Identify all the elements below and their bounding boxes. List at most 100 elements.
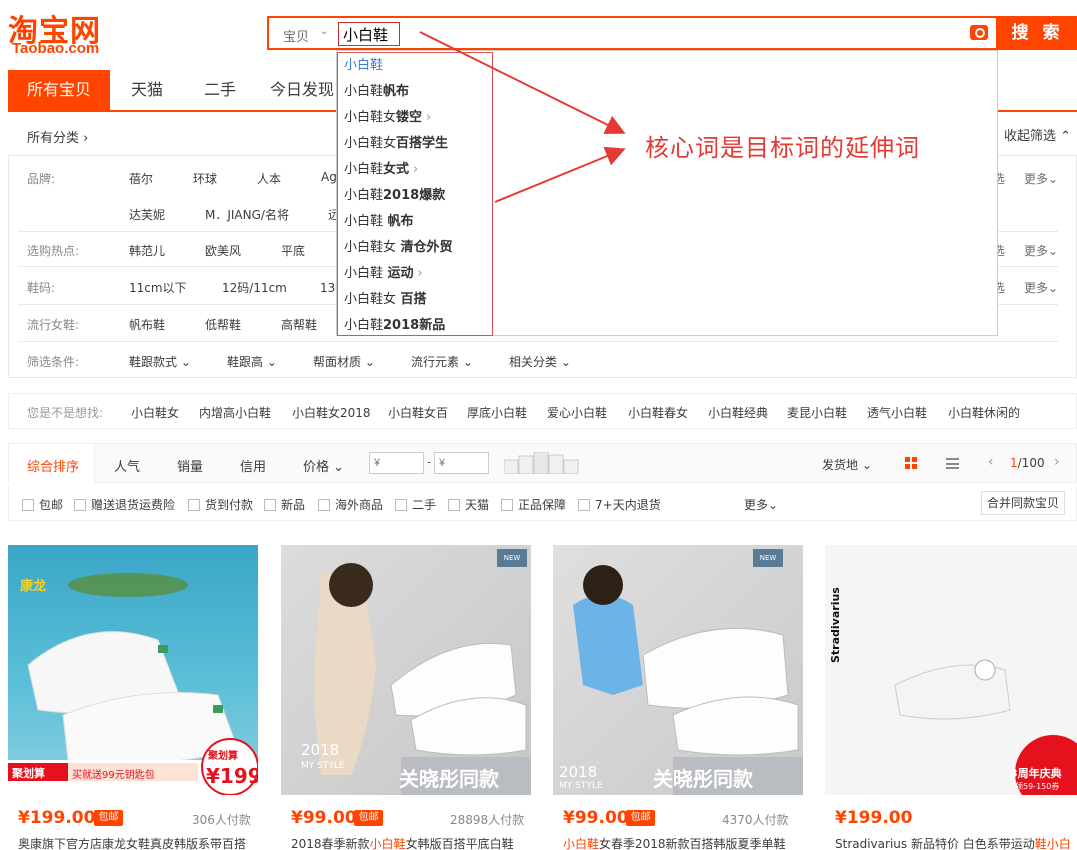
checkbox-label: 7+天内退货 [595,498,661,512]
promo-sub-badge: 领59-150券 [1015,782,1060,791]
checkbox-label: 海外商品 [335,498,384,512]
related-search-link[interactable]: 小白鞋春女 [628,404,688,421]
product-price: ¥99.00 [291,808,357,828]
checkbox-box[interactable] [188,499,200,511]
shoe-illustration [894,659,1077,795]
filter-checkbox[interactable]: 正品保障 [501,496,566,513]
sort-price[interactable]: 价格 ⌄ [303,456,344,475]
product-price: ¥99.00 [563,808,629,828]
sort-credit[interactable]: 信用 [240,456,266,475]
sale-price-badge: ¥199 [206,764,258,788]
sort-default[interactable]: 综合排序 [27,456,79,475]
price-min-input[interactable] [369,452,424,474]
merge-same-items-button[interactable]: 合并同款宝贝 [981,491,1065,515]
free-shipping-tag: 包邮 [94,810,123,826]
price-max-input[interactable] [434,452,489,474]
filter-checkbox[interactable]: 海外商品 [318,496,383,513]
product-title[interactable]: 小白鞋女春季2018新款百搭韩版夏季单鞋 [563,835,803,850]
related-label: 您是不是想找: [27,406,104,420]
sort-sales[interactable]: 销量 [177,456,203,475]
prev-page-icon[interactable]: ‹ [988,454,994,470]
product-title[interactable]: 奥康旗下官方店康龙女鞋真皮韩版系带百搭 [18,835,258,850]
related-search-link[interactable]: 小白鞋女2018 [292,404,371,421]
product-title-text: 女春季2018新款百搭韩版夏季单鞋 [599,837,786,850]
checkbox-label: 赠送退货运费险 [91,498,176,512]
checkbox-box[interactable] [74,499,86,511]
checkbox-box[interactable] [22,499,34,511]
brand-logo: Stradivarius [829,587,842,663]
filter-checkbox[interactable]: 7+天内退货 [578,496,661,513]
product-title-text: Stradivarius 新品特价 白色系带运动 [835,837,1035,850]
filter-checkbox[interactable]: 赠送退货运费险 [74,496,175,513]
sales-count: 4370人付款 [722,813,789,827]
related-search-link[interactable]: 小白鞋女 [131,404,179,421]
page-current: 1 [1010,456,1018,470]
list-view-icon[interactable] [946,458,959,469]
product-title-keyword: 小白鞋 [369,837,406,850]
product-title-text: 2018春季新款 [291,837,370,850]
filter-checkbox[interactable]: 新品 [264,496,305,513]
related-search-link[interactable]: 麦昆小白鞋 [787,404,847,421]
grid-view-icon[interactable] [905,457,917,469]
checkbox-label: 二手 [412,498,437,512]
product-title-text: 奥康旗下官方店康龙女鞋真皮韩版系带百搭 [18,837,247,850]
product-image[interactable]: 康龙 聚划算 聚划算 买就送99元钥匙包 ¥199 [8,545,258,795]
product-image[interactable]: Stradivarius 3周年庆典 领59-150券 [825,545,1077,795]
annotation-text: 核心词是目标词的延伸词 [645,134,920,162]
product-title-text: 女韩版百搭平底白鞋 [405,837,514,850]
product-title[interactable]: 2018春季新款小白鞋女韩版百搭平底白鞋 [291,835,531,850]
checkbox-box[interactable] [578,499,590,511]
checkbox-box[interactable] [395,499,407,511]
sort-popularity[interactable]: 人气 [114,456,140,475]
promo-badge: 3周年庆典 [1010,767,1062,780]
sales-count: 28898人付款 [450,813,525,827]
pager: 1/100 [1010,456,1045,470]
product-price: ¥199.00 [18,808,96,828]
annotation-arrow-bottom [494,146,626,203]
related-search-link[interactable]: 小白鞋女百 [388,404,448,421]
filter-checkbox[interactable]: 货到付款 [188,496,253,513]
filter-checkbox[interactable]: 天猫 [448,496,489,513]
filter-checkbox[interactable]: 包邮 [22,496,63,513]
related-search-link[interactable]: 小白鞋经典 [708,404,768,421]
next-page-icon[interactable]: › [1054,454,1060,470]
related-search-link[interactable]: 爱心小白鞋 [547,404,607,421]
free-shipping-tag: 包邮 [354,810,383,826]
checkbox-label: 天猫 [465,498,490,512]
product-image[interactable]: NEW 2018 MY STYLE 关晓彤同款 [553,545,803,795]
checkbox-box[interactable] [318,499,330,511]
style-label-img: MY STYLE [301,761,345,771]
checkbox-box[interactable] [448,499,460,511]
sale-badge-top: 聚划算 [208,751,238,762]
celebrity-caption: 关晓彤同款 [653,767,753,791]
filter-checkbox[interactable]: 二手 [395,496,436,513]
celebrity-caption: 关晓彤同款 [399,767,499,791]
new-tag: NEW [497,549,527,567]
product-image[interactable]: NEW 2018 MY STYLE 关晓彤同款 [281,545,531,795]
product-title-keyword: 小白鞋 [563,837,600,850]
free-shipping-tag: 包邮 [626,810,655,826]
product-title[interactable]: Stradivarius 新品特价 白色系带运动鞋小白 [835,835,1077,850]
ship-from-dropdown[interactable]: 发货地 ⌄ [822,456,872,473]
related-search-link[interactable]: 内增高小白鞋 [199,404,271,421]
price-dash: - [427,455,432,469]
sales-count: 306人付款 [192,813,251,827]
related-search-link[interactable]: 透气小白鞋 [867,404,927,421]
shoe-illustration [573,565,803,795]
related-search-link[interactable]: 小白鞋休闲的 [948,404,1020,421]
product-price: ¥199.00 [835,808,913,828]
style-label-img: MY STYLE [559,781,603,791]
checkbox-label: 货到付款 [205,498,254,512]
sale-badge: 聚划算 [12,767,45,780]
product-title-keyword: 鞋小白 [1034,837,1071,850]
checkbox-label: 正品保障 [518,498,567,512]
year-label: 2018 [301,741,340,759]
new-tag: NEW [753,549,783,567]
checkbox-box[interactable] [501,499,513,511]
page-total: /100 [1017,456,1045,470]
related-search-link[interactable]: 厚底小白鞋 [467,404,527,421]
price-distribution-icon[interactable] [504,452,580,474]
coupon-text: 买就送99元钥匙包 [72,770,155,781]
checkbox-box[interactable] [264,499,276,511]
more-options-dropdown[interactable]: 更多⌄ [744,496,778,513]
